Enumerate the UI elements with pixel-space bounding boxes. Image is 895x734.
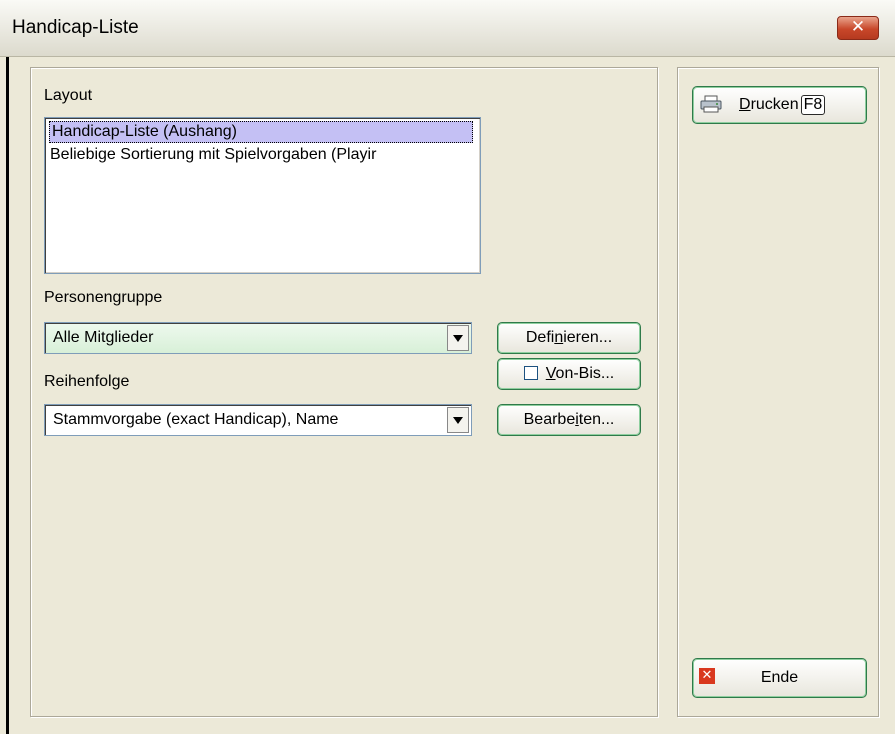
close-icon: ✕ xyxy=(850,17,866,37)
window: Handicap-Liste ✕ Layout Handicap-Liste (… xyxy=(0,0,895,734)
definieren-button[interactable]: Definieren... xyxy=(497,322,641,354)
drucken-label-post: rucken xyxy=(750,96,799,113)
bearbeiten-button[interactable]: Bearbeiten... xyxy=(497,404,641,436)
layout-label: Layout xyxy=(44,87,93,104)
definieren-label-accel: n xyxy=(554,329,564,346)
chevron-down-icon xyxy=(453,416,463,424)
von-bis-label-post: on-Bis... xyxy=(555,365,615,382)
reihenfolge-label: Reihenfolge xyxy=(44,373,130,390)
drucken-button[interactable]: Drucken F8 xyxy=(692,86,867,124)
von-bis-checkbox[interactable] xyxy=(523,366,538,380)
layout-listbox[interactable]: Handicap-Liste (Aushang) Beliebige Sorti… xyxy=(44,117,481,274)
ende-button[interactable]: ✕ Ende xyxy=(692,658,867,698)
von-bis-button[interactable]: Von-Bis... xyxy=(497,358,641,390)
drucken-label-accel: D xyxy=(739,96,751,113)
personengruppe-select[interactable]: Alle Mitglieder xyxy=(44,322,472,354)
definieren-label-post: ieren... xyxy=(563,329,613,346)
layout-list-item-beliebige[interactable]: Beliebige Sortierung mit Spielvorgaben (… xyxy=(50,144,376,166)
personengruppe-value: Alle Mitglieder xyxy=(53,329,154,346)
printer-icon xyxy=(700,95,722,113)
bearbeiten-label-pre: Bearbe xyxy=(523,411,576,428)
shortcut-f8-badge: F8 xyxy=(800,95,826,115)
reihenfolge-dropdown-button[interactable] xyxy=(447,407,469,433)
window-title: Handicap-Liste xyxy=(12,17,139,38)
actions-panel xyxy=(677,67,879,717)
reihenfolge-select[interactable]: Stammvorgabe (exact Handicap), Name xyxy=(44,404,472,436)
layout-list-item-aushang[interactable]: Handicap-Liste (Aushang) xyxy=(49,121,473,143)
ende-label: Ende xyxy=(760,669,799,686)
definieren-label-pre: Defi xyxy=(525,329,555,346)
reihenfolge-value: Stammvorgabe (exact Handicap), Name xyxy=(53,411,339,428)
chevron-down-icon xyxy=(453,334,463,342)
von-bis-label-accel: V xyxy=(545,365,556,382)
title-bar: Handicap-Liste ✕ xyxy=(0,0,895,57)
bearbeiten-label-post: ten... xyxy=(578,411,615,428)
close-window-button[interactable]: ✕ xyxy=(837,16,879,40)
close-icon: ✕ xyxy=(699,668,715,684)
personengruppe-label: Personengruppe xyxy=(44,289,163,306)
personengruppe-dropdown-button[interactable] xyxy=(447,325,469,351)
